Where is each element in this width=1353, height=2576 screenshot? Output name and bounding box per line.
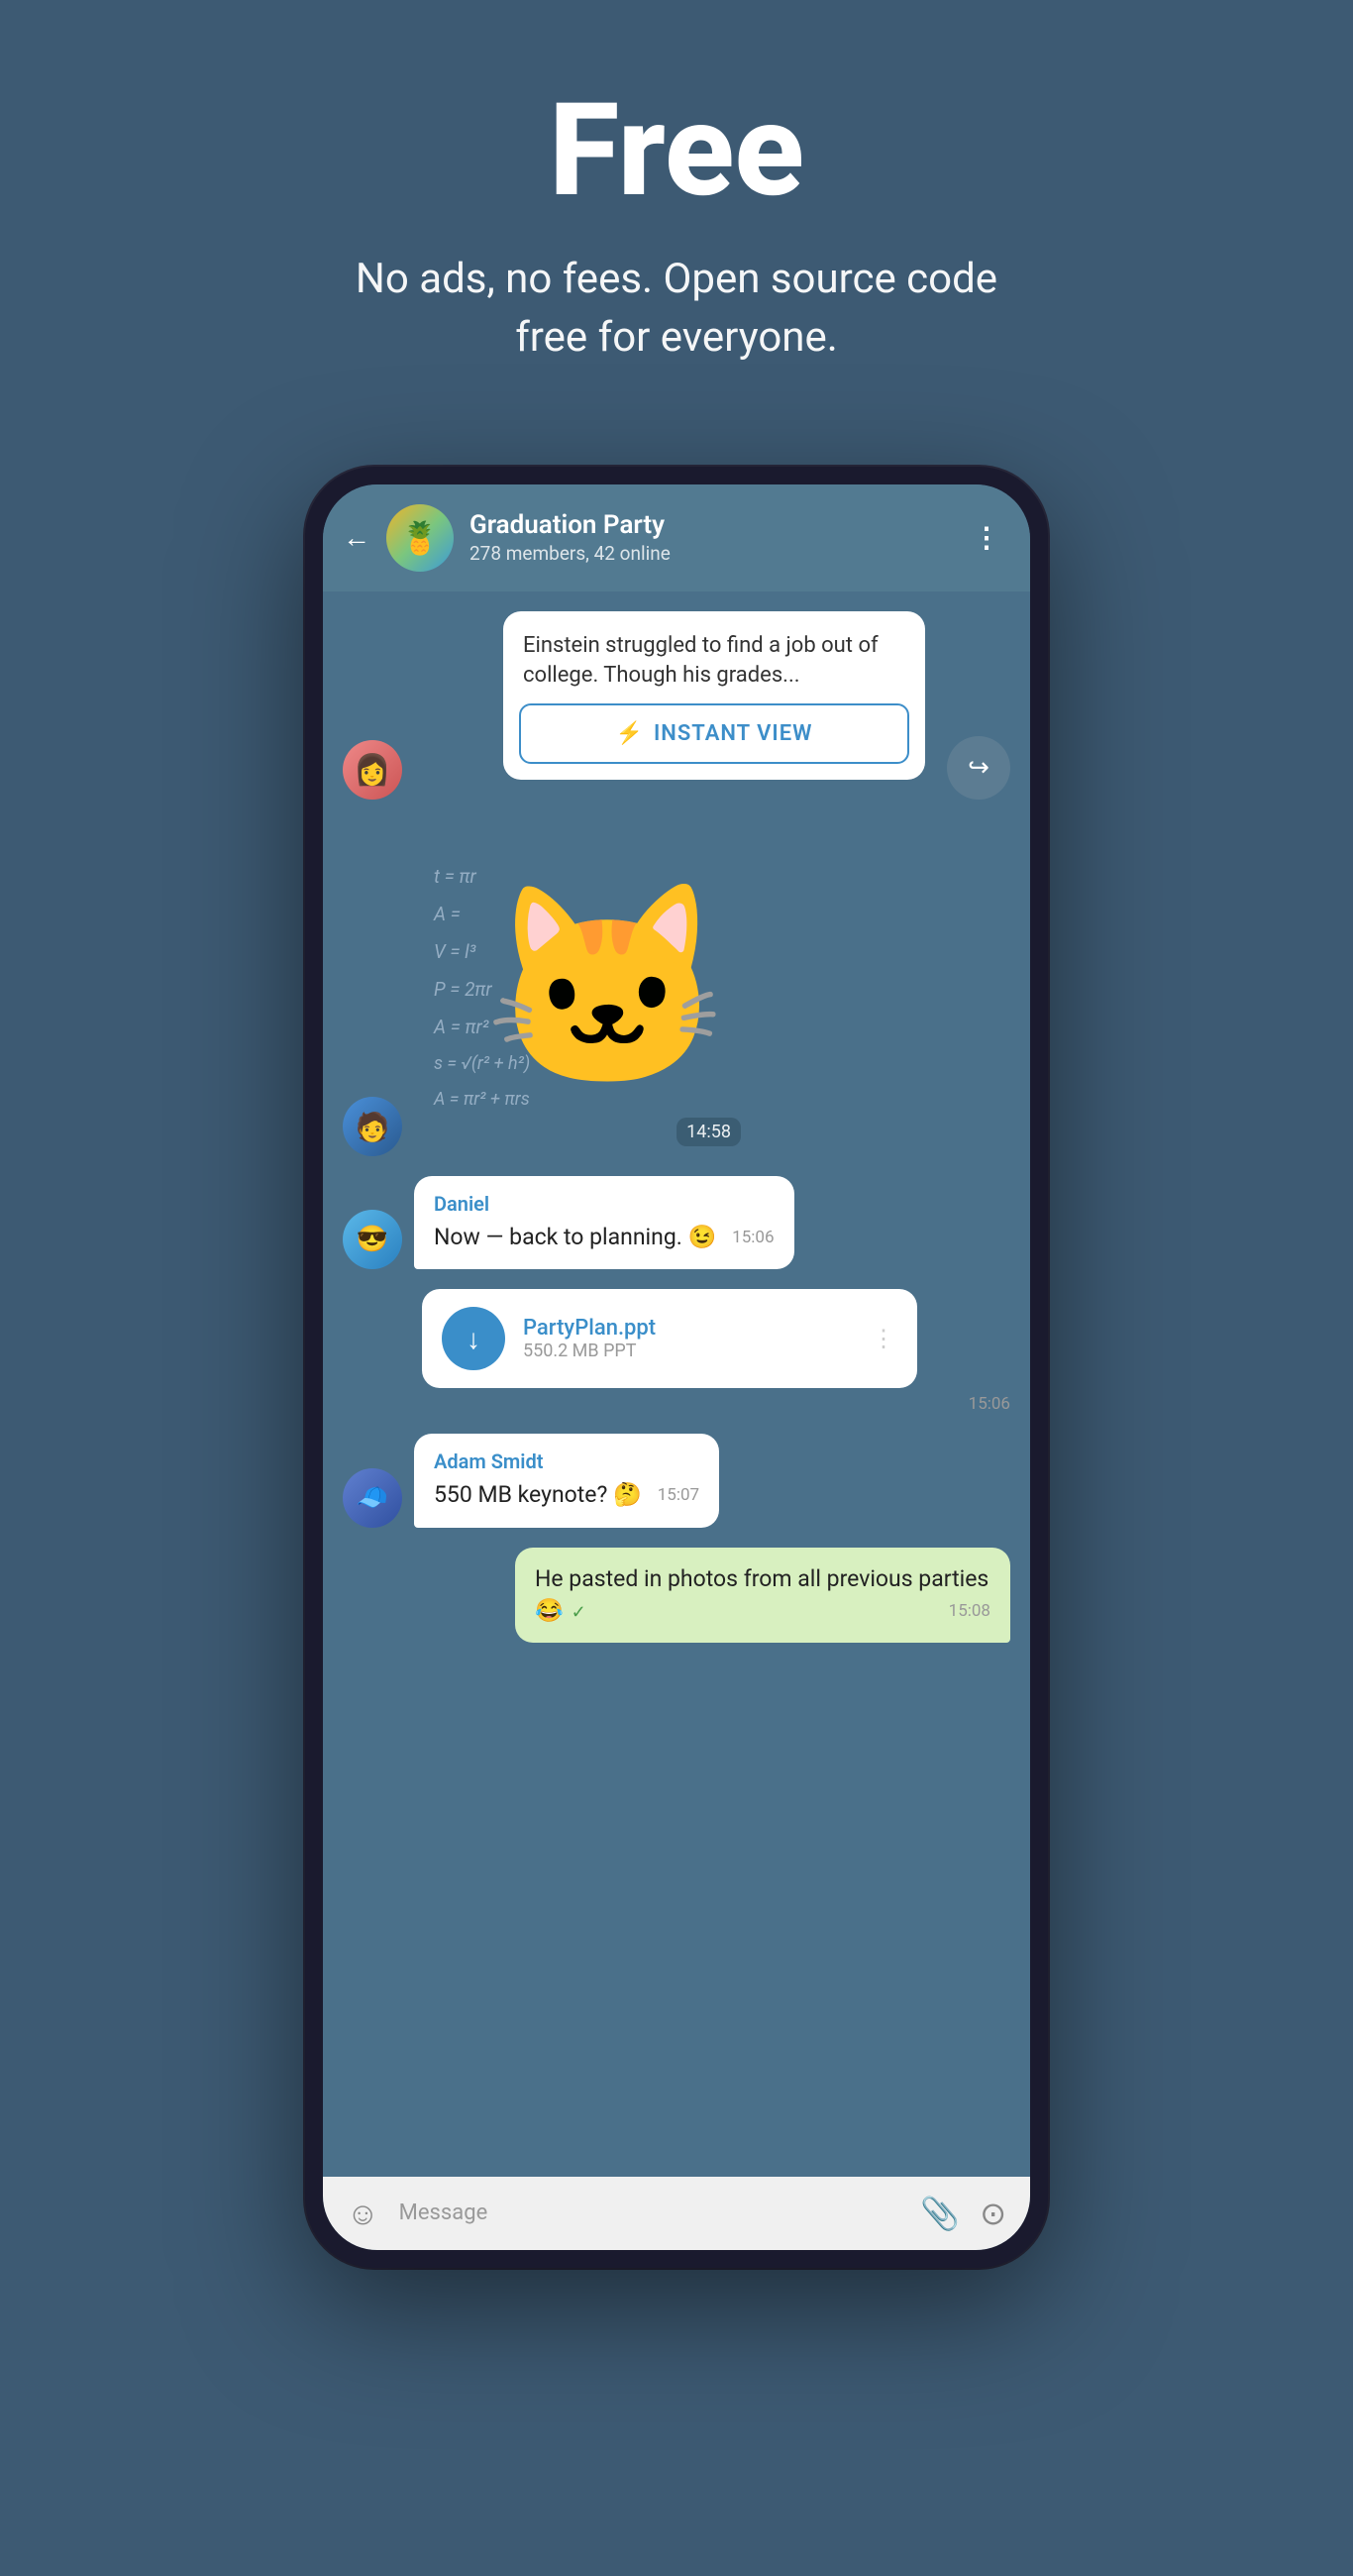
cat-sticker: t = πr A = V = l³ P = 2πr A = πr² s = √(…: [414, 819, 751, 1156]
article-bubble: Einstein struggled to find a job out of …: [503, 611, 925, 781]
daniel-message-row: 😎 Daniel Now — back to planning. 😉 15:06: [343, 1176, 1010, 1269]
file-size: 550.2 MB PPT: [523, 1341, 854, 1361]
article-message-row: 👩 Einstein struggled to find a job out o…: [343, 611, 1010, 801]
own-message-time: 15:08: [949, 1601, 990, 1621]
daniel-avatar: 😎: [343, 1210, 402, 1269]
sticker-time: 14:58: [676, 1118, 741, 1146]
group-name: Graduation Party: [469, 510, 957, 540]
share-button[interactable]: ↪: [947, 736, 1010, 800]
hero-title: Free: [330, 79, 1023, 221]
instant-view-label: INSTANT VIEW: [654, 721, 813, 746]
adam-message-time: 15:07: [658, 1485, 699, 1505]
hero-subtitle: No ads, no fees. Open source code free f…: [330, 251, 1023, 368]
share-icon: ↪: [968, 753, 989, 783]
phone-wrapper: ← 🍍 Graduation Party 278 members, 42 onl…: [305, 467, 1048, 2268]
article-text: Einstein struggled to find a job out of …: [503, 611, 925, 704]
cat-sticker-emoji: 🐱: [483, 872, 730, 1105]
message-checkmark: ✓: [572, 1602, 586, 1623]
attach-button[interactable]: 📎: [920, 2195, 960, 2232]
chat-area: 👩 Einstein struggled to find a job out o…: [323, 591, 1030, 2177]
daniel-message-time: 15:06: [732, 1228, 774, 1247]
daniel-message-text: Now — back to planning. 😉: [434, 1224, 716, 1250]
input-bar: ☺ Message 📎 ⊙: [323, 2177, 1030, 2250]
instant-view-button[interactable]: ⚡ INSTANT VIEW: [519, 703, 909, 764]
file-attachment-row: ↓ PartyPlan.ppt 550.2 MB PPT ⋮ 15:06: [422, 1289, 1010, 1414]
hero-section: Free No ads, no fees. Open source code f…: [290, 0, 1063, 427]
emoji-button[interactable]: ☺: [347, 2195, 379, 2232]
article-bubble-wrapper: Einstein struggled to find a job out of …: [414, 611, 925, 801]
own-message-row: He pasted in photos from all previous pa…: [343, 1548, 1010, 1643]
own-bubble: He pasted in photos from all previous pa…: [515, 1548, 1010, 1643]
file-more-button[interactable]: ⋮: [872, 1325, 897, 1352]
back-button[interactable]: ←: [343, 521, 370, 554]
phone-inner: ← 🍍 Graduation Party 278 members, 42 onl…: [323, 484, 1030, 2250]
group-avatar: 🍍: [386, 504, 454, 572]
daniel-bubble: Daniel Now — back to planning. 😉 15:06: [414, 1176, 794, 1269]
file-info: PartyPlan.ppt 550.2 MB PPT: [523, 1316, 854, 1361]
download-button[interactable]: ↓: [442, 1307, 505, 1370]
message-input[interactable]: Message: [399, 2200, 901, 2225]
adam-sender-name: Adam Smidt: [434, 1449, 699, 1473]
phone-outer: ← 🍍 Graduation Party 278 members, 42 onl…: [305, 467, 1048, 2268]
file-name: PartyPlan.ppt: [523, 1316, 854, 1341]
bolt-icon: ⚡: [616, 721, 644, 746]
download-icon: ↓: [467, 1323, 480, 1355]
sticker-sender-avatar: 🧑: [343, 1097, 402, 1156]
daniel-sender-name: Daniel: [434, 1192, 775, 1216]
more-menu-button[interactable]: ⋮: [973, 521, 1002, 554]
file-bubble: ↓ PartyPlan.ppt 550.2 MB PPT ⋮: [422, 1289, 917, 1388]
camera-button[interactable]: ⊙: [980, 2195, 1006, 2232]
chat-info: Graduation Party 278 members, 42 online: [469, 510, 957, 565]
own-message-text: He pasted in photos from all previous pa…: [535, 1565, 989, 1624]
sticker-area: 🧑 t = πr A = V = l³ P = 2πr A = πr² s = …: [343, 819, 1010, 1156]
adam-message-row: 🧢 Adam Smidt 550 MB keynote? 🤔 15:07: [343, 1434, 1010, 1527]
file-time: 15:06: [422, 1394, 1010, 1414]
sender-avatar-article: 👩: [343, 740, 402, 800]
adam-avatar: 🧢: [343, 1468, 402, 1528]
group-members: 278 members, 42 online: [469, 542, 957, 565]
adam-bubble: Adam Smidt 550 MB keynote? 🤔 15:07: [414, 1434, 719, 1527]
chat-header: ← 🍍 Graduation Party 278 members, 42 onl…: [323, 484, 1030, 591]
adam-message-text: 550 MB keynote? 🤔: [434, 1481, 642, 1508]
